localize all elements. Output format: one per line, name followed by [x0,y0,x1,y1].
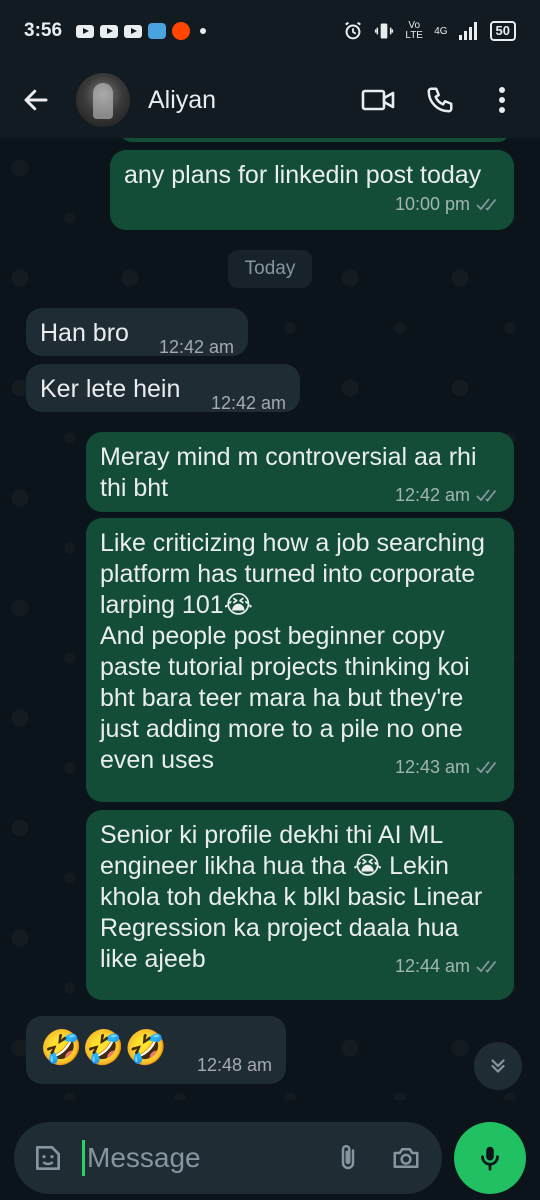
text-caret [82,1140,85,1176]
message-bubble[interactable]: any plans for linkedin post today 10:00 … [110,150,514,230]
message-time: 12:42 am [158,337,234,357]
message-meta: 10:00 pm [124,191,500,217]
scroll-to-bottom-button[interactable] [474,1042,522,1090]
battery-indicator: 50 [489,21,516,41]
more-options-button[interactable] [482,80,522,120]
contact-name[interactable]: Aliyan [148,86,336,115]
more-notifications-dot [200,28,207,34]
message-text: Ker lete hein [40,375,181,403]
message-time: 10:00 pm [394,193,470,214]
status-time: 3:56 [24,20,63,41]
back-button[interactable] [18,82,54,118]
camera-icon [393,1148,419,1168]
read-ticks-icon [476,489,497,502]
message-bubble[interactable]: Like criticizing how a job searching pla… [86,518,514,802]
video-call-icon [361,89,395,111]
vibrate-icon [375,23,394,39]
system-icons: Vo LTE 4G 50 [342,20,516,42]
date-divider: Today [228,250,312,288]
message-bubble[interactable]: 🤣🤣🤣 12:48 am [26,1016,286,1084]
read-ticks-icon [476,960,497,973]
back-arrow-icon [24,89,48,111]
youtube-icon [76,24,95,38]
emoji-sticker-button[interactable] [28,1138,68,1178]
message-bubble[interactable]: Han bro 12:42 am [26,308,248,357]
message-bubble[interactable]: Senior ki profile dekhi thi AI ML engine… [86,810,514,1000]
sticker-icon [36,1146,60,1170]
read-ticks-icon [476,198,497,211]
message-time: 12:44 am [394,955,470,976]
signal-icon [458,22,477,40]
volte-label: Vo LTE [405,20,423,41]
status-bar: 3:56 Vo LTE 4G 50 [0,0,540,62]
message-text: Han bro [40,319,129,347]
message-input-container: Message [14,1122,442,1194]
microphone-icon [481,1146,499,1171]
camera-button[interactable] [384,1136,428,1180]
message-bubble[interactable]: Ker lete hein 12:42 am [26,364,300,413]
message-time: 12:43 am [394,756,470,777]
more-vert-icon [499,87,505,113]
message-list[interactable]: any plans for linkedin post today 10:00 … [0,138,540,1100]
youtube-icon [124,24,143,38]
attach-button[interactable] [326,1136,370,1180]
message-text: any plans for linkedin post today [124,161,482,189]
voice-message-button[interactable] [454,1122,526,1194]
message-time: 12:48 am [196,1055,272,1075]
message-bubble-partial [120,138,510,142]
reddit-icon [172,22,191,40]
message-input[interactable]: Message [87,1142,312,1174]
chat-header: Aliyan [0,62,540,138]
weather-icon [148,23,167,39]
message-time: 12:42 am [394,484,470,505]
voice-call-icon [427,87,453,113]
message-bubble[interactable]: Meray mind m controversial aa rhi thi bh… [86,432,514,512]
video-call-button[interactable] [358,80,398,120]
alarm-icon [345,21,362,40]
message-time: 12:42 am [210,393,286,413]
voice-call-button[interactable] [420,80,460,120]
youtube-icon [100,24,119,38]
contact-avatar[interactable] [76,73,130,127]
read-ticks-icon [476,761,497,774]
notification-icons [76,22,207,40]
double-chevron-down-icon [491,1059,505,1073]
paperclip-icon [341,1144,355,1170]
message-text: 🤣🤣🤣 [40,1029,168,1067]
compose-bar: Message [0,1100,540,1200]
network-label: 4G [434,25,448,37]
message-text: Like criticizing how a job searching pla… [100,529,485,774]
